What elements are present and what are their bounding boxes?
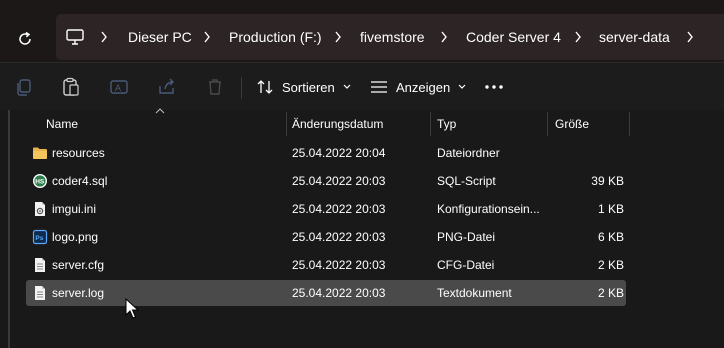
chevron-right-icon[interactable] <box>440 14 448 60</box>
title-bar: Dieser PC Production (F:) fivemstore Cod… <box>0 0 724 62</box>
file-name: imgui.ini <box>52 202 97 216</box>
delete-icon[interactable] <box>205 77 225 97</box>
file-name: logo.png <box>52 230 99 244</box>
sort-icon <box>257 80 273 94</box>
sql-file-icon: HS <box>33 174 47 188</box>
chevron-right-icon[interactable] <box>686 14 694 60</box>
view-label: Anzeigen <box>396 79 451 95</box>
sort-label: Sortieren <box>282 79 335 95</box>
chevron-right-icon[interactable] <box>100 14 108 60</box>
file-row-logo-png[interactable]: Ps logo.png 25.04.2022 20:03 PNG-Datei 6… <box>26 224 626 250</box>
mouse-cursor-icon <box>125 298 139 319</box>
file-row-coder4-sql[interactable]: HS coder4.sql 25.04.2022 20:03 SQL-Scrip… <box>26 168 626 194</box>
breadcrumb-item-server-data[interactable]: server-data <box>599 14 670 60</box>
file-date: 25.04.2022 20:03 <box>292 258 386 272</box>
breadcrumb-item-coder-server[interactable]: Coder Server 4 <box>466 14 561 60</box>
breadcrumb-item-drive[interactable]: Production (F:) <box>229 14 322 60</box>
column-headers: Name Änderungsdatum Typ Größe <box>0 108 724 138</box>
file-size: 2 KB <box>597 286 624 300</box>
refresh-button[interactable] <box>14 28 36 50</box>
file-name: server.log <box>52 286 105 300</box>
breadcrumb: Dieser PC Production (F:) fivemstore Cod… <box>56 14 724 60</box>
refresh-icon <box>19 31 31 45</box>
view-icon <box>371 81 387 93</box>
file-type: Konfigurationsein... <box>437 202 540 216</box>
file-size: 39 KB <box>591 174 624 188</box>
file-date: 25.04.2022 20:04 <box>292 146 386 160</box>
file-list: Name Änderungsdatum Typ Größe resources … <box>0 108 724 348</box>
file-row-imgui-ini[interactable]: imgui.ini 25.04.2022 20:03 Konfiguration… <box>26 196 626 222</box>
column-header-date[interactable]: Änderungsdatum <box>292 110 383 138</box>
file-date: 25.04.2022 20:03 <box>292 286 386 300</box>
file-name: server.cfg <box>52 258 105 272</box>
file-row-server-log[interactable]: server.log 25.04.2022 20:03 Textdokument… <box>26 280 626 306</box>
svg-text:HS: HS <box>35 179 45 186</box>
column-divider[interactable] <box>547 112 548 136</box>
column-divider[interactable] <box>629 112 630 136</box>
column-header-type[interactable]: Typ <box>437 110 456 138</box>
png-file-icon: Ps <box>32 229 48 245</box>
file-name: resources <box>52 146 105 160</box>
document-icon <box>35 258 45 272</box>
sort-button[interactable]: Sortieren <box>256 63 351 111</box>
file-type: PNG-Datei <box>437 230 496 244</box>
chevron-right-icon[interactable] <box>574 14 582 60</box>
file-date: 25.04.2022 20:03 <box>292 174 386 188</box>
more-options-button[interactable] <box>485 63 503 111</box>
svg-text:Ps: Ps <box>35 235 43 242</box>
file-type: Dateiordner <box>437 146 500 160</box>
file-date: 25.04.2022 20:03 <box>292 230 386 244</box>
file-type: CFG-Datei <box>437 258 495 272</box>
view-button[interactable]: Anzeigen <box>370 63 466 111</box>
command-bar: A Sortieren Anzeigen <box>0 62 724 112</box>
column-header-name[interactable]: Name <box>46 110 78 138</box>
file-row-resources[interactable]: resources 25.04.2022 20:04 Dateiordner <box>26 140 626 166</box>
column-divider[interactable] <box>286 112 287 136</box>
file-row-server-cfg[interactable]: server.cfg 25.04.2022 20:03 CFG-Datei 2 … <box>26 252 626 278</box>
folder-icon <box>33 147 47 159</box>
rename-icon[interactable]: A <box>109 77 129 97</box>
file-type: SQL-Script <box>437 174 496 188</box>
file-name: coder4.sql <box>52 174 108 188</box>
column-header-size[interactable]: Größe <box>555 110 589 138</box>
breadcrumb-item-fivemstore[interactable]: fivemstore <box>360 14 425 60</box>
copy-icon[interactable] <box>14 77 34 97</box>
sort-ascending-icon <box>155 108 165 114</box>
breadcrumb-item-dieser-pc[interactable]: Dieser PC <box>128 14 192 60</box>
file-size <box>554 140 624 166</box>
chevron-down-icon <box>458 84 466 89</box>
chevron-down-icon <box>343 84 351 89</box>
file-date: 25.04.2022 20:03 <box>292 202 386 216</box>
share-icon[interactable] <box>157 77 177 97</box>
navigation-pane-border <box>8 110 10 348</box>
paste-icon[interactable] <box>61 77 81 97</box>
svg-text:A: A <box>115 83 121 93</box>
file-size: 6 KB <box>597 230 624 244</box>
column-divider[interactable] <box>430 112 431 136</box>
address-bar[interactable]: Dieser PC Production (F:) fivemstore Cod… <box>56 14 724 60</box>
file-size: 2 KB <box>597 258 624 272</box>
file-type: Textdokument <box>437 286 512 300</box>
more-icon <box>485 85 503 89</box>
config-file-icon <box>35 202 45 216</box>
chevron-right-icon[interactable] <box>203 14 211 60</box>
file-size: 1 KB <box>597 202 624 216</box>
document-icon <box>35 286 45 300</box>
chevron-right-icon[interactable] <box>334 14 342 60</box>
toolbar-divider <box>241 77 242 99</box>
